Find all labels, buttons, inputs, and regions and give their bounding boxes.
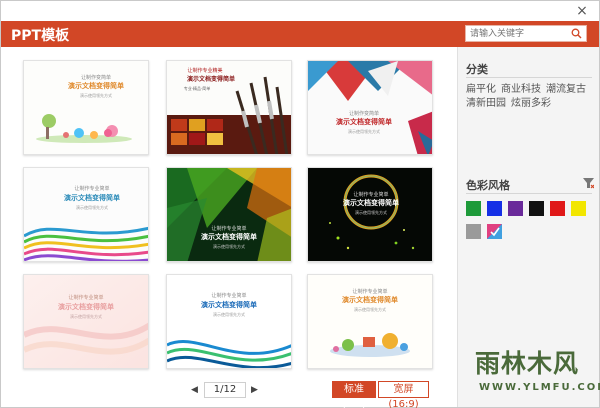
template-card[interactable]: 让制作专业精美 演示文档变得简单 专业·精品·简单 [166, 60, 292, 155]
color-swatch-blue[interactable] [487, 201, 502, 216]
template-caption: 演示使用领先方式 [213, 311, 245, 317]
page-title: PPT模板 [11, 28, 70, 44]
watermark-text: 雨林木风 [475, 349, 580, 378]
category-tag[interactable]: 扁平化 [466, 83, 496, 97]
template-title: 让制作专业简单 [352, 288, 387, 295]
template-caption: 演示使用领先方式 [70, 313, 102, 319]
next-page-icon[interactable]: ▶ [251, 385, 258, 395]
category-tag[interactable]: 清新田园 [466, 97, 506, 111]
template-thumbnail: 让制作变简单 演示文档变得简单 演示使用领先方式 [308, 61, 432, 154]
template-card[interactable]: 让制作专业简单 演示文档变得简单 演示使用领先方式 [307, 167, 433, 262]
template-title: 让制作专业简单 [74, 185, 109, 192]
template-thumbnail: 让制作专业精美 演示文档变得简单 专业·精品·简单 [167, 61, 291, 154]
category-title: 分类 [466, 63, 488, 76]
template-card[interactable]: 让制作变简单 演示文档变得简单 演示使用领先方式 [23, 60, 149, 155]
template-window: × PPT模板 让制作变简单 演示文档变得简单 演示使用领先方式 [0, 0, 600, 408]
template-subtitle: 演示文档变得简单 [201, 232, 257, 241]
template-thumbnail: 让制作专业简单 演示文档变得简单 演示使用领先方式 [308, 275, 432, 368]
color-title: 色彩风格 [466, 179, 510, 192]
template-thumbnail: 让制作变简单 演示文档变得简单 演示使用领先方式 [24, 61, 148, 154]
template-title: 让制作专业精美 [187, 67, 222, 74]
template-caption: 演示使用领先方式 [80, 92, 112, 98]
color-swatch-purple[interactable] [508, 201, 523, 216]
template-card[interactable]: 让制作专业简单 演示文档变得简单 演示使用领先方式 [307, 274, 433, 369]
watermark-url: WWW.YLMFU.COM [479, 382, 600, 393]
title-bar: × [1, 1, 599, 21]
template-title: 让制作变简单 [349, 110, 379, 117]
template-caption: 演示使用领先方式 [354, 306, 386, 312]
template-thumbnail: 让制作专业简单 演示文档变得简单 演示使用领先方式 [167, 275, 291, 368]
category-tag[interactable]: 商业科技 [501, 83, 541, 97]
template-subtitle: 演示文档变得简单 [68, 81, 124, 90]
template-thumbnail: 让制作专业简单 演示文档变得简单 演示使用领先方式 [308, 168, 432, 261]
template-subtitle: 演示文档变得简单 [201, 300, 257, 309]
template-caption: 演示使用领先方式 [213, 243, 245, 249]
template-subtitle: 演示文档变得简单 [64, 193, 120, 202]
template-subtitle: 演示文档变得简单 [342, 295, 398, 304]
template-card[interactable]: 让制作变简单 演示文档变得简单 演示使用领先方式 [307, 60, 433, 155]
template-subtitle: 演示文档变得简单 [187, 75, 235, 83]
template-subtitle: 演示文档变得简单 [336, 117, 392, 126]
template-title: 让制作专业简单 [211, 225, 246, 232]
search-input[interactable] [470, 26, 566, 41]
multicolor-icon [487, 224, 502, 239]
page-number-input[interactable]: 1/12 [204, 382, 246, 398]
header-bar: PPT模板 [1, 21, 599, 47]
color-swatch-gray[interactable] [466, 224, 481, 239]
template-caption: 演示使用领先方式 [348, 128, 380, 134]
ratio-standard-button[interactable]: 标准(4:3) [332, 381, 376, 408]
ratio-wide-button[interactable]: 宽屏(16:9) [378, 381, 429, 408]
template-title: 让制作专业简单 [68, 294, 103, 301]
template-subtitle: 演示文档变得简单 [343, 198, 399, 207]
template-card[interactable]: 让制作专业简单 演示文档变得简单 演示使用领先方式 [166, 167, 292, 262]
watermark: 雨林木风 WWW.YLMFU.COM [475, 344, 600, 406]
template-title: 让制作变简单 [81, 74, 111, 81]
search-box[interactable] [465, 25, 587, 42]
template-caption: 演示使用领先方式 [355, 209, 387, 215]
template-subtitle: 演示文档变得简单 [58, 302, 114, 311]
category-tag[interactable]: 炫丽多彩 [511, 97, 551, 111]
color-swatch-black[interactable] [529, 201, 544, 216]
prev-page-icon[interactable]: ◀ [191, 385, 198, 395]
template-title: 让制作专业简单 [353, 191, 388, 198]
color-swatch-red[interactable] [550, 201, 565, 216]
template-thumbnail: 让制作专业简单 演示文档变得简单 演示使用领先方式 [167, 168, 291, 261]
category-list: 扁平化 商业科技 潮流复古清新田园 炫丽多彩 [466, 83, 596, 111]
template-card[interactable]: 让制作专业简单 演示文档变得简单 演示使用领先方式 [23, 167, 149, 262]
category-tag[interactable]: 潮流复古 [546, 83, 586, 97]
color-swatch-yellow[interactable] [571, 201, 586, 216]
template-grid: 让制作变简单 演示文档变得简单 演示使用领先方式 让制作专业精美 演示文档变得简… [9, 53, 453, 373]
template-card[interactable]: 让制作专业简单 演示文档变得简单 演示使用领先方式 [23, 274, 149, 369]
template-caption: 专业·精品·简单 [184, 85, 211, 91]
color-divider [466, 193, 592, 194]
close-icon[interactable]: × [575, 4, 589, 18]
clear-filter-icon[interactable] [583, 178, 594, 189]
search-icon[interactable] [571, 28, 582, 39]
template-caption: 演示使用领先方式 [76, 204, 108, 210]
color-swatch-green[interactable] [466, 201, 481, 216]
template-card[interactable]: 让制作专业简单 演示文档变得简单 演示使用领先方式 [166, 274, 292, 369]
template-thumbnail: 让制作专业简单 演示文档变得简单 演示使用领先方式 [24, 168, 148, 261]
color-swatch-multicolor[interactable] [487, 224, 502, 239]
template-thumbnail: 让制作专业简单 演示文档变得简单 演示使用领先方式 [24, 275, 148, 368]
template-title: 让制作专业简单 [211, 292, 246, 299]
category-divider [466, 77, 592, 78]
